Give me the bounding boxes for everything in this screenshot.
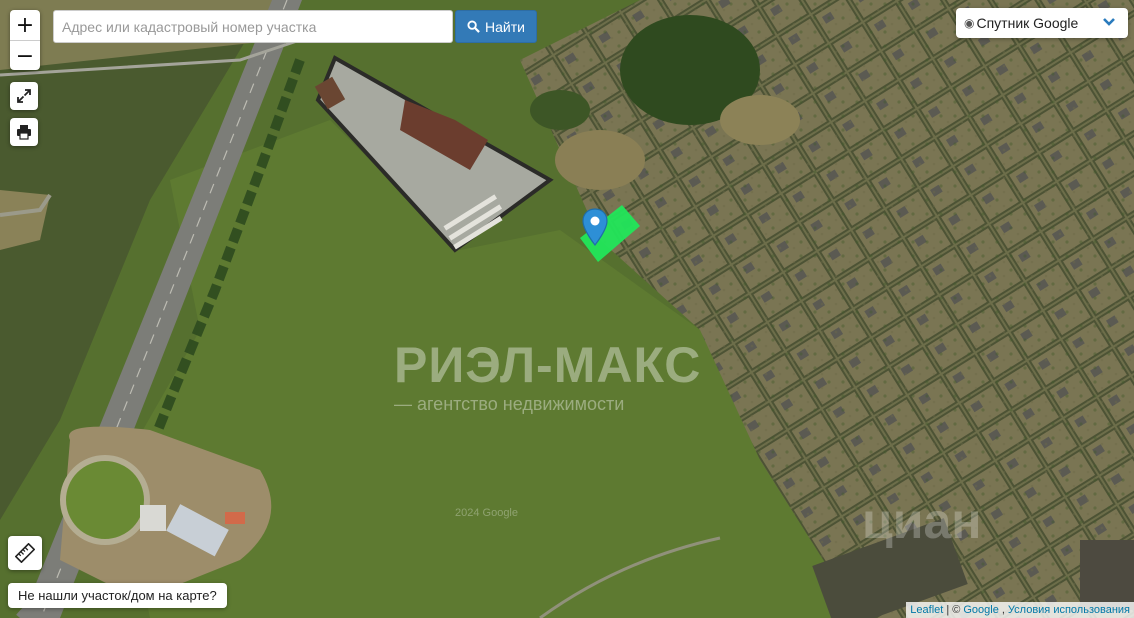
- expand-icon: [17, 89, 31, 103]
- google-link[interactable]: Google: [963, 604, 998, 616]
- magnifier-icon: [467, 20, 480, 33]
- map-layer-select[interactable]: ◉ Спутник Google: [956, 8, 1128, 38]
- search-input[interactable]: [53, 10, 453, 43]
- measure-button[interactable]: [8, 536, 42, 570]
- map-layer-label: Спутник Google: [976, 15, 1079, 31]
- watermark-cian: циан: [862, 493, 982, 549]
- search-button-label: Найти: [485, 18, 525, 35]
- printer-icon: [17, 125, 31, 140]
- ruler-icon: [15, 543, 35, 563]
- leaflet-link[interactable]: Leaflet: [910, 604, 943, 616]
- watermark-google-tiles: 2024 Google: [455, 507, 518, 519]
- watermark-subtitle: — агентство недвижимости: [394, 394, 625, 414]
- zoom-control: + −: [10, 10, 40, 70]
- zoom-in-button[interactable]: +: [10, 10, 40, 40]
- attribution-separator: | ©: [946, 604, 961, 616]
- radio-icon: ◉: [964, 16, 975, 30]
- fullscreen-button[interactable]: [10, 82, 38, 110]
- map-pin-icon[interactable]: [582, 208, 608, 246]
- zoom-out-button[interactable]: −: [10, 40, 40, 70]
- terms-link[interactable]: Условия использования: [1008, 604, 1130, 616]
- not-found-button[interactable]: Не нашли участок/дом на карте?: [8, 583, 227, 608]
- print-button[interactable]: [10, 118, 38, 146]
- watermark-title: РИЭЛ-МАКС: [394, 337, 702, 393]
- chevron-down-icon: [1103, 18, 1115, 26]
- search-button[interactable]: Найти: [455, 10, 537, 43]
- map-attribution: Leaflet | © Google, Условия использовани…: [906, 602, 1134, 618]
